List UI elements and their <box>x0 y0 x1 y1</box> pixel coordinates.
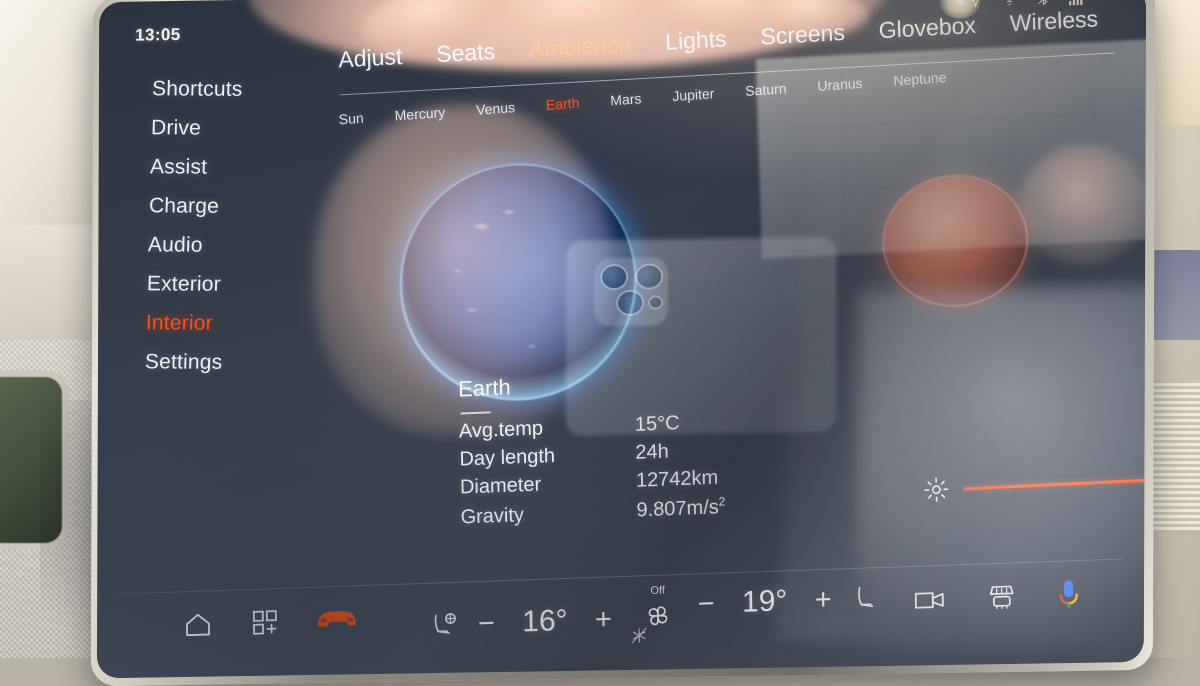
display-screen: 13:05 <box>97 0 1146 678</box>
infotainment-display-device: 13:05 <box>91 0 1155 686</box>
screen-shadow-sweep <box>97 0 1146 678</box>
